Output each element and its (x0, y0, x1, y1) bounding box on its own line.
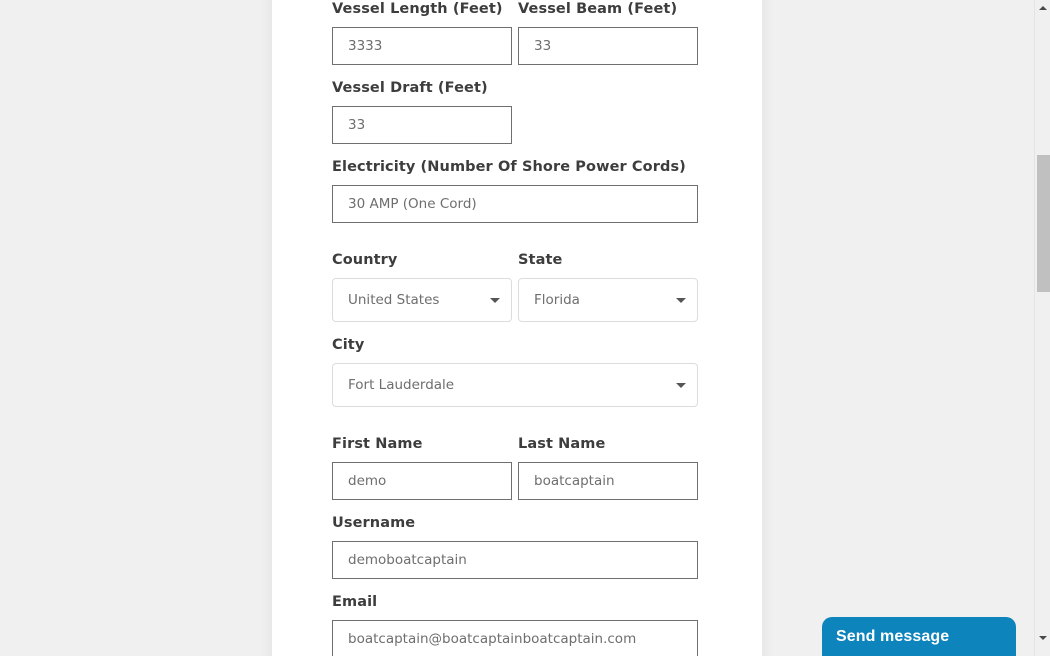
form-row-vessel-draft: Vessel Draft (Feet) (332, 79, 698, 144)
form-row-city: City Fort Lauderdale (332, 336, 698, 407)
field-vessel-draft: Vessel Draft (Feet) (332, 79, 512, 144)
label-vessel-draft: Vessel Draft (Feet) (332, 80, 488, 96)
form-row-username: Username (332, 514, 698, 579)
email-input[interactable] (332, 620, 698, 656)
field-vessel-beam: Vessel Beam (Feet) (518, 0, 698, 65)
label-city: City (332, 337, 365, 353)
label-first-name: First Name (332, 436, 423, 452)
field-country: Country United States (332, 251, 512, 322)
username-input[interactable] (332, 541, 698, 579)
form-row-name: First Name Last Name (332, 435, 698, 500)
label-electricity: Electricity (Number Of Shore Power Cords… (332, 159, 686, 175)
form-row-vessel-dimensions: Vessel Length (Feet) Vessel Beam (Feet) (332, 0, 698, 65)
label-state: State (518, 252, 563, 268)
vessel-length-input[interactable] (332, 27, 512, 65)
city-select-value: Fort Lauderdale (332, 363, 698, 407)
field-first-name: First Name (332, 435, 512, 500)
label-vessel-length: Vessel Length (Feet) (332, 1, 503, 17)
label-last-name: Last Name (518, 436, 606, 452)
chevron-down-icon (676, 383, 686, 388)
field-last-name: Last Name (518, 435, 698, 500)
label-country: Country (332, 252, 398, 268)
vessel-registration-form: Vessel Length (Feet) Vessel Beam (Feet) … (332, 0, 698, 656)
form-row-electricity: Electricity (Number Of Shore Power Cords… (332, 158, 698, 223)
chevron-down-icon (676, 298, 686, 303)
city-select[interactable]: Fort Lauderdale (332, 363, 698, 407)
vessel-draft-input[interactable] (332, 106, 512, 144)
country-select[interactable]: United States (332, 278, 512, 322)
state-select-value: Florida (518, 278, 698, 322)
state-select[interactable]: Florida (518, 278, 698, 322)
chevron-down-icon (1039, 636, 1047, 640)
chevron-up-icon (1039, 6, 1047, 10)
vessel-beam-input[interactable] (518, 27, 698, 65)
form-row-email: Email (332, 593, 698, 656)
country-select-value: United States (332, 278, 512, 322)
last-name-input[interactable] (518, 462, 698, 500)
field-email: Email (332, 593, 698, 656)
electricity-input[interactable] (332, 185, 698, 223)
scroll-down-button[interactable] (1035, 630, 1050, 646)
first-name-input[interactable] (332, 462, 512, 500)
label-vessel-beam: Vessel Beam (Feet) (518, 1, 678, 17)
field-city: City Fort Lauderdale (332, 336, 698, 407)
vertical-scrollbar[interactable] (1034, 0, 1050, 656)
label-username: Username (332, 515, 416, 531)
form-row-country-state: Country United States State Florida (332, 251, 698, 322)
browser-viewport: Vessel Length (Feet) Vessel Beam (Feet) … (0, 0, 1034, 656)
label-email: Email (332, 594, 378, 610)
chevron-down-icon (490, 298, 500, 303)
field-state: State Florida (518, 251, 698, 322)
scrollbar-thumb[interactable] (1037, 155, 1050, 292)
send-message-label: Send message (836, 627, 950, 645)
send-message-chat-button[interactable]: Send message (822, 617, 1016, 656)
scroll-up-button[interactable] (1035, 0, 1050, 16)
field-electricity: Electricity (Number Of Shore Power Cords… (332, 158, 698, 223)
field-username: Username (332, 514, 698, 579)
field-vessel-length: Vessel Length (Feet) (332, 0, 512, 65)
